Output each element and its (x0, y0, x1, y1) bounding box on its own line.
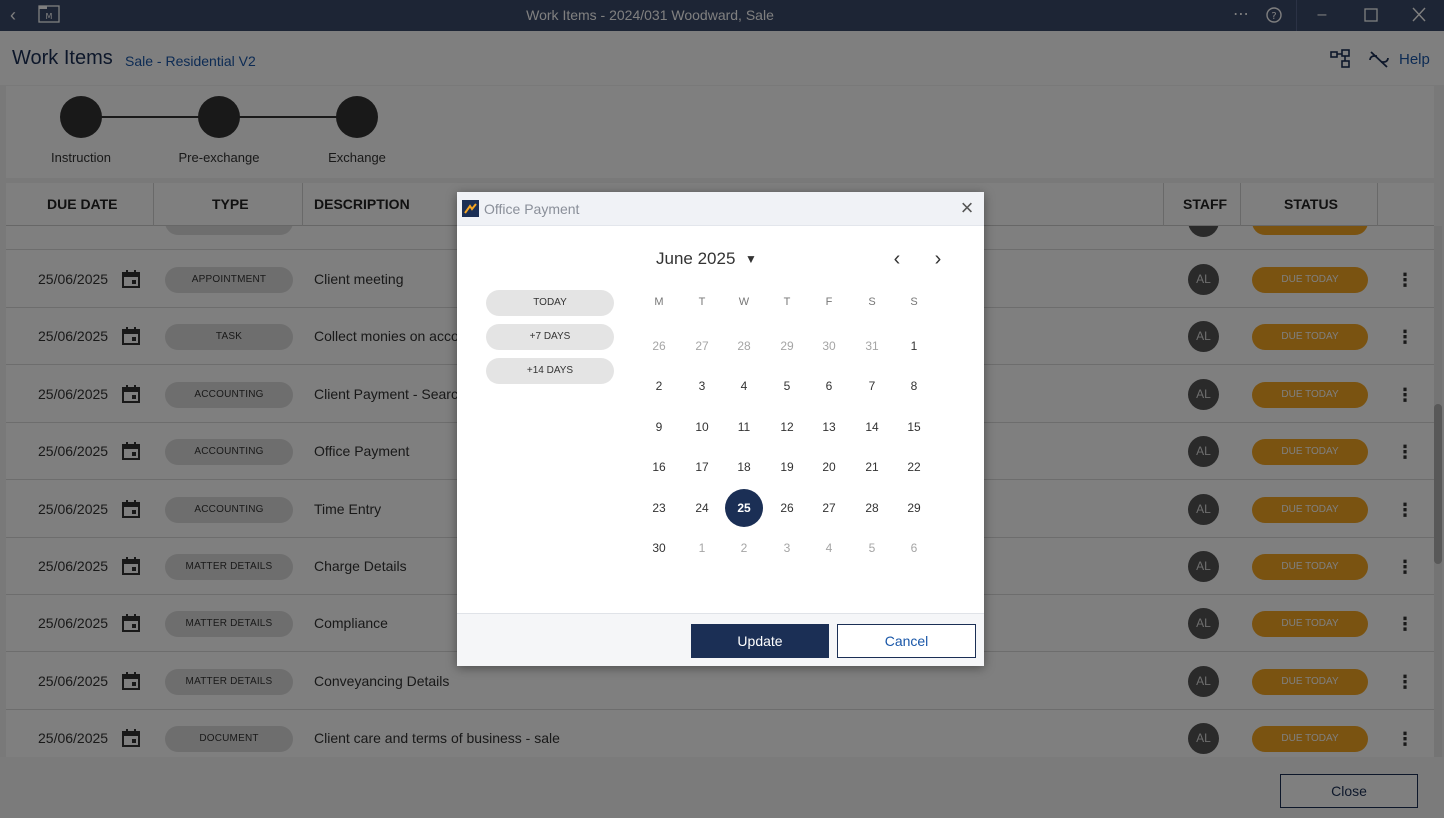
calendar-day[interactable]: 18 (725, 448, 763, 486)
calendar-day[interactable]: 8 (895, 367, 933, 405)
calendar-day[interactable]: 29 (768, 327, 806, 365)
dialog-header: Office Payment × (457, 192, 984, 226)
calendar-day[interactable]: 4 (725, 367, 763, 405)
calendar-day[interactable]: 9 (640, 408, 678, 446)
app-logo-icon (462, 200, 479, 217)
weekday-label: W (738, 296, 750, 308)
calendar-day[interactable]: 3 (683, 367, 721, 405)
weekday-label: T (783, 296, 791, 308)
weekday-label: S (910, 296, 918, 308)
calendar-day[interactable]: 22 (895, 448, 933, 486)
quick-pick-7-days[interactable]: +7 DAYS (486, 324, 614, 350)
calendar-day[interactable]: 26 (640, 327, 678, 365)
month-year-selector[interactable]: June 2025 (656, 249, 735, 269)
calendar-day[interactable]: 1 (683, 529, 721, 567)
calendar-day[interactable]: 24 (683, 489, 721, 527)
calendar-day[interactable]: 6 (810, 367, 848, 405)
calendar-day[interactable]: 30 (640, 529, 678, 567)
calendar-day-selected[interactable]: 25 (725, 489, 763, 527)
calendar-day[interactable]: 20 (810, 448, 848, 486)
calendar-day[interactable]: 27 (683, 327, 721, 365)
calendar-day[interactable]: 4 (810, 529, 848, 567)
calendar-day[interactable]: 27 (810, 489, 848, 527)
caret-down-icon[interactable]: ▼ (745, 252, 757, 266)
quick-pick-14-days[interactable]: +14 DAYS (486, 358, 614, 384)
update-button[interactable]: Update (691, 624, 829, 658)
calendar-day[interactable]: 3 (768, 529, 806, 567)
calendar-day[interactable]: 14 (853, 408, 891, 446)
date-picker-dialog: Office Payment × TODAY +7 DAYS +14 DAYS … (457, 192, 984, 666)
calendar-day[interactable]: 6 (895, 529, 933, 567)
calendar-day[interactable]: 26 (768, 489, 806, 527)
dialog-title: Office Payment (484, 201, 580, 217)
weekday-label: T (698, 296, 706, 308)
calendar-day[interactable]: 30 (810, 327, 848, 365)
calendar-day[interactable]: 1 (895, 327, 933, 365)
calendar-day[interactable]: 2 (640, 367, 678, 405)
calendar-day[interactable]: 16 (640, 448, 678, 486)
calendar-day[interactable]: 31 (853, 327, 891, 365)
calendar-day[interactable]: 5 (853, 529, 891, 567)
calendar-day[interactable]: 10 (683, 408, 721, 446)
calendar-day[interactable]: 23 (640, 489, 678, 527)
cancel-button[interactable]: Cancel (837, 624, 976, 658)
weekday-label: M (654, 296, 664, 308)
calendar-day[interactable]: 19 (768, 448, 806, 486)
calendar-day[interactable]: 28 (725, 327, 763, 365)
calendar-day[interactable]: 17 (683, 448, 721, 486)
calendar-day[interactable]: 21 (853, 448, 891, 486)
previous-month-icon[interactable]: ‹ (887, 247, 907, 271)
calendar-day[interactable]: 12 (768, 408, 806, 446)
calendar-day[interactable]: 2 (725, 529, 763, 567)
calendar-day[interactable]: 11 (725, 408, 763, 446)
calendar-day[interactable]: 28 (853, 489, 891, 527)
calendar-day[interactable]: 29 (895, 489, 933, 527)
calendar-day[interactable]: 15 (895, 408, 933, 446)
calendar-day[interactable]: 5 (768, 367, 806, 405)
dialog-close-icon[interactable]: × (957, 197, 977, 219)
calendar-day[interactable]: 7 (853, 367, 891, 405)
next-month-icon[interactable]: › (928, 247, 948, 271)
dialog-footer: Update Cancel (457, 613, 984, 666)
weekday-label: S (868, 296, 876, 308)
weekday-label: F (825, 296, 833, 308)
quick-pick-today[interactable]: TODAY (486, 290, 614, 316)
calendar-day[interactable]: 13 (810, 408, 848, 446)
